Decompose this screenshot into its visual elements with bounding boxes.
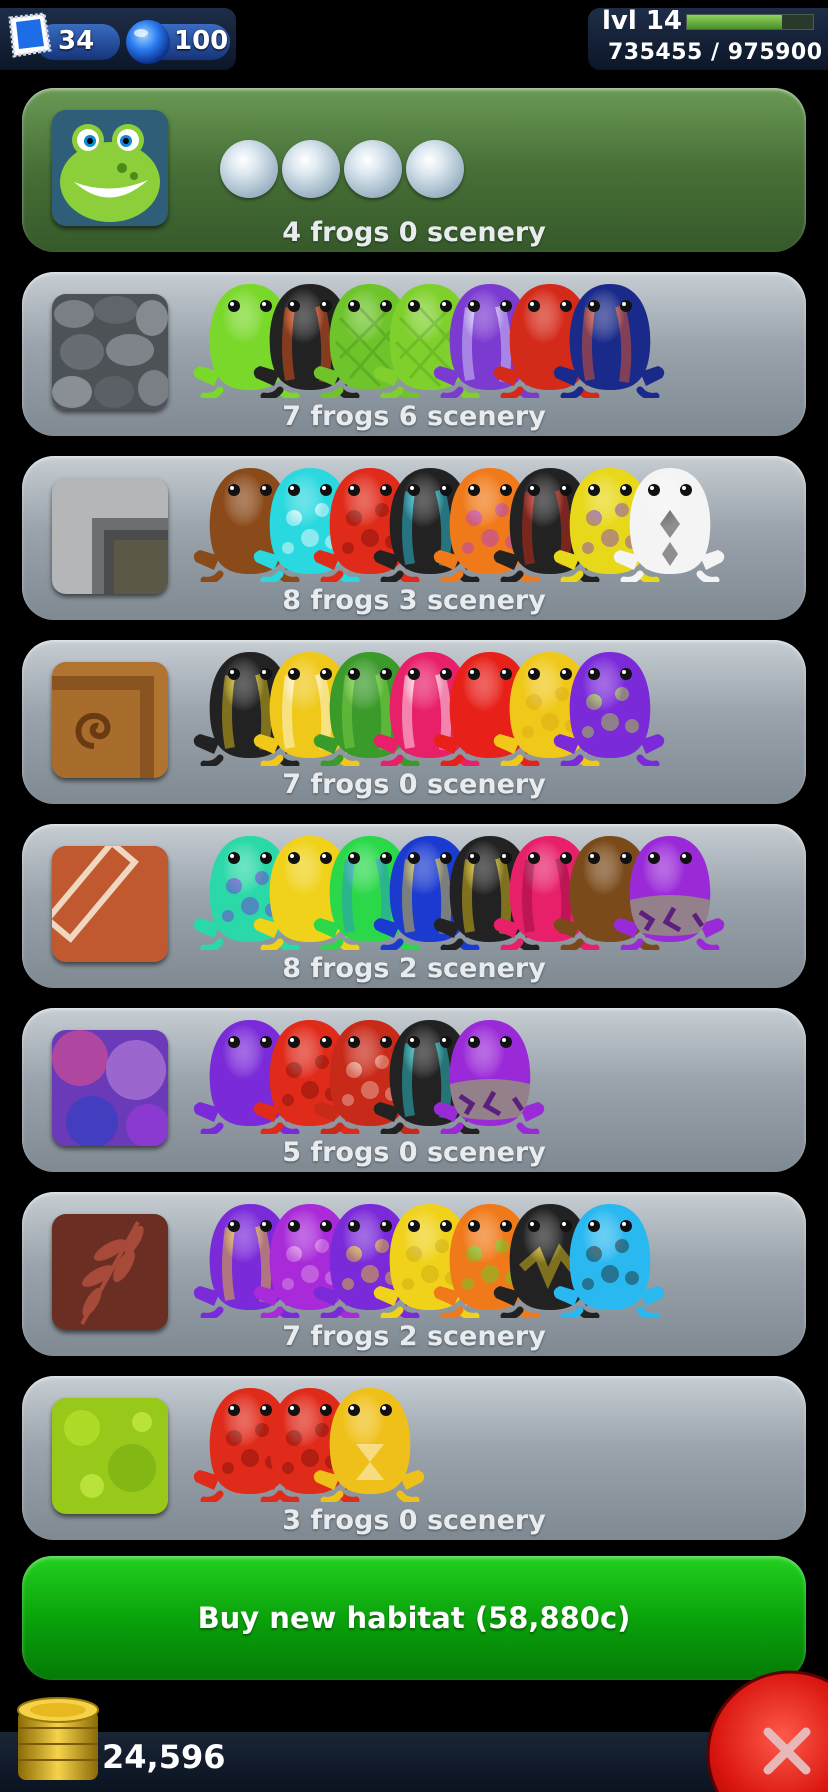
habitat-count-label: 8 frogs 3 scenery — [282, 585, 546, 616]
habitat-tile-green-moss — [52, 1398, 168, 1514]
habitat-tile-frog-portrait — [52, 110, 168, 226]
xp-progress-bar — [686, 14, 814, 30]
habitat-row[interactable]: 8 frogs 3 scenery — [22, 456, 806, 620]
habitat-tile-river-stones — [52, 294, 168, 410]
buy-habitat-button[interactable]: Buy new habitat (58,880c) — [22, 1556, 806, 1680]
coin-stack-icon — [17, 1697, 99, 1780]
habitat-count-label: 4 frogs 0 scenery — [282, 217, 546, 248]
close-button[interactable] — [706, 1670, 828, 1792]
habitat-count-label: 8 frogs 2 scenery — [282, 953, 546, 984]
habitat-tile-brick — [52, 846, 168, 962]
level-label: lvl 14 — [602, 6, 683, 36]
frog-icon — [613, 468, 725, 582]
habitat-count-label: 7 frogs 2 scenery — [282, 1321, 546, 1352]
frog-icon — [553, 1204, 665, 1318]
habitat-tile-leaf-pattern — [52, 1214, 168, 1330]
frog-group — [170, 88, 770, 208]
habitat-row[interactable]: 8 frogs 2 scenery — [22, 824, 806, 988]
habitat-row[interactable]: 3 frogs 0 scenery — [22, 1376, 806, 1540]
coin-count: 24,596 — [102, 1738, 226, 1776]
habitat-count-label: 5 frogs 0 scenery — [282, 1137, 546, 1168]
frog-group — [170, 1008, 770, 1134]
currency-bar: 34 100 — [0, 8, 236, 70]
habitat-tile-carved-wood — [52, 662, 168, 778]
habitat-row[interactable]: 7 frogs 0 scenery — [22, 640, 806, 804]
habitat-tile-stone-block — [52, 478, 168, 594]
stamp-icon — [8, 12, 52, 58]
frog-icon — [313, 1388, 425, 1502]
frog-group — [170, 640, 770, 766]
frog-group — [170, 1192, 770, 1318]
frog-icon — [613, 836, 725, 950]
habitat-row[interactable]: 4 frogs 0 scenery — [22, 88, 806, 252]
habitat-tile-purple-watercolor — [52, 1030, 168, 1146]
habitat-row[interactable]: 7 frogs 6 scenery — [22, 272, 806, 436]
habitat-count-label: 7 frogs 6 scenery — [282, 401, 546, 432]
habitat-row[interactable]: 5 frogs 0 scenery — [22, 1008, 806, 1172]
gem-orb-icon — [126, 20, 170, 64]
frog-group — [170, 824, 770, 950]
xp-text: 735455 / 975900 — [608, 40, 823, 65]
xp-progress-fill — [687, 15, 782, 29]
buy-habitat-label: Buy new habitat (58,880c) — [197, 1601, 631, 1635]
frog-group — [170, 456, 770, 582]
frog-group — [170, 272, 770, 398]
frog-icon — [433, 1020, 545, 1134]
stamps-count: 34 — [58, 26, 95, 56]
gems-count: 100 — [174, 26, 229, 56]
frog-group — [170, 1376, 770, 1502]
frog-icon — [553, 284, 665, 398]
habitat-count-label: 3 frogs 0 scenery — [282, 1505, 546, 1536]
frog-icon — [553, 652, 665, 766]
habitat-row[interactable]: 7 frogs 2 scenery — [22, 1192, 806, 1356]
habitat-count-label: 7 frogs 0 scenery — [282, 769, 546, 800]
